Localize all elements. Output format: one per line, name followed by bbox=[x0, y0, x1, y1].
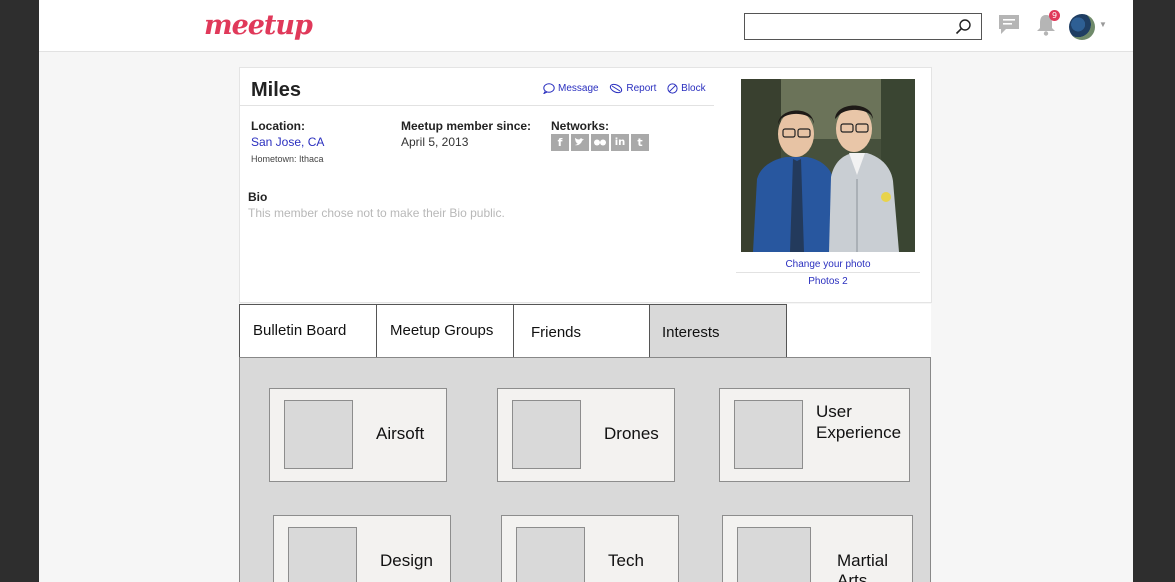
interests-grid: Airsoft Drones User Experience Design Te… bbox=[239, 357, 931, 582]
interest-thumbnail bbox=[512, 400, 581, 469]
networks-icons: f in t bbox=[551, 134, 649, 151]
interest-label: User bbox=[816, 402, 852, 421]
search-icon[interactable] bbox=[955, 18, 972, 40]
divider bbox=[240, 105, 714, 106]
interest-label: Drones bbox=[604, 424, 659, 443]
tab-interests[interactable]: Interests bbox=[649, 304, 787, 358]
report-icon bbox=[610, 83, 623, 94]
profile-photo[interactable] bbox=[741, 79, 915, 252]
twitter-icon[interactable] bbox=[571, 134, 589, 151]
interest-thumbnail bbox=[516, 527, 585, 582]
flickr-icon[interactable] bbox=[591, 134, 609, 151]
chevron-down-icon[interactable]: ▼ bbox=[1099, 20, 1107, 29]
location-link[interactable]: San Jose, CA bbox=[251, 135, 324, 149]
photos-link[interactable]: Photos 2 bbox=[736, 276, 920, 287]
interest-card-martial-arts[interactable]: Martial Arts bbox=[722, 515, 913, 582]
interest-card-tech[interactable]: Tech bbox=[501, 515, 679, 582]
interest-card-drones[interactable]: Drones bbox=[497, 388, 675, 482]
interest-label: Tech bbox=[608, 551, 644, 570]
interest-label: Airsoft bbox=[376, 424, 425, 443]
message-icon bbox=[543, 83, 555, 94]
divider bbox=[736, 272, 920, 273]
interest-label: Arts bbox=[837, 571, 868, 582]
top-nav-bar: meetup 9 ▼ bbox=[39, 0, 1133, 52]
meetup-logo[interactable]: meetup bbox=[204, 10, 313, 41]
linkedin-icon[interactable]: in bbox=[611, 134, 629, 151]
interest-label: Design bbox=[380, 551, 433, 570]
block-link[interactable]: Block bbox=[667, 83, 706, 94]
interest-card-design[interactable]: Design bbox=[273, 515, 451, 582]
message-link[interactable]: Message bbox=[543, 83, 599, 94]
networks-label: Networks: bbox=[551, 119, 610, 133]
search-box[interactable] bbox=[744, 13, 982, 40]
profile-tabs: Bulletin Board Meetup Groups Friends Int… bbox=[239, 304, 931, 358]
interest-thumbnail bbox=[734, 400, 803, 469]
interest-thumbnail bbox=[284, 400, 353, 469]
tab-meetup-groups[interactable]: Meetup Groups bbox=[376, 304, 514, 358]
interest-label: Martial bbox=[837, 551, 889, 570]
profile-actions: Message Report Block bbox=[543, 83, 714, 97]
change-photo-link[interactable]: Change your photo bbox=[736, 259, 920, 270]
interest-thumbnail bbox=[737, 527, 811, 582]
bio-label: Bio bbox=[248, 190, 268, 204]
member-name: Miles bbox=[251, 79, 302, 101]
search-input[interactable] bbox=[745, 14, 945, 39]
tumblr-icon[interactable]: t bbox=[631, 134, 649, 151]
user-avatar[interactable] bbox=[1069, 14, 1095, 40]
block-icon bbox=[667, 83, 678, 94]
notification-count-badge: 9 bbox=[1049, 10, 1060, 21]
interest-thumbnail bbox=[288, 527, 357, 582]
facebook-icon[interactable]: f bbox=[551, 134, 569, 151]
interest-card-user-experience[interactable]: User Experience bbox=[719, 388, 910, 482]
interest-label: Experience bbox=[816, 423, 902, 442]
profile-card: Miles Message Report Block Location: San… bbox=[239, 67, 932, 303]
bio-text: This member chose not to make their Bio … bbox=[248, 206, 505, 220]
member-since-label: Meetup member since: bbox=[401, 119, 532, 133]
tab-friends[interactable]: Friends bbox=[513, 304, 650, 358]
member-since-value: April 5, 2013 bbox=[401, 135, 469, 149]
location-label: Location: bbox=[251, 119, 305, 133]
hometown-text: Hometown: Ithaca bbox=[251, 154, 324, 164]
report-link[interactable]: Report bbox=[609, 83, 656, 94]
tab-bulletin-board[interactable]: Bulletin Board bbox=[239, 304, 377, 358]
page: meetup 9 ▼ Miles Message Report Block Lo… bbox=[39, 0, 1133, 582]
messages-icon[interactable] bbox=[998, 14, 1020, 41]
interest-card-airsoft[interactable]: Airsoft bbox=[269, 388, 447, 482]
